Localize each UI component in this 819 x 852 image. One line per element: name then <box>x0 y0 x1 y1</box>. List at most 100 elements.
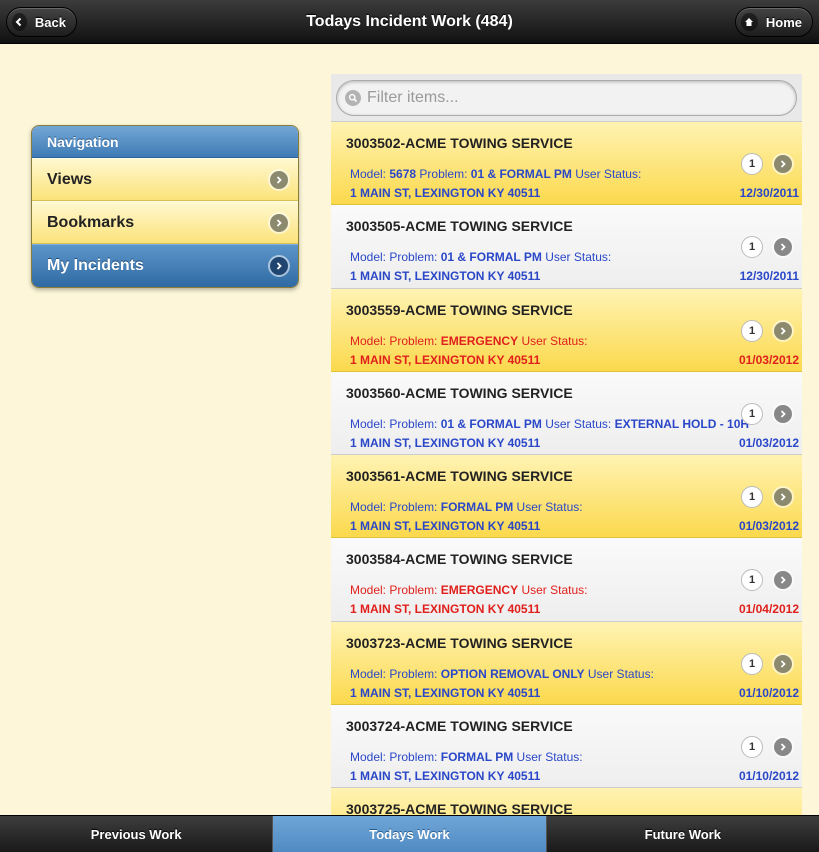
model-label: Model: <box>350 333 387 348</box>
incident-title: 3003502-ACME TOWING SERVICE <box>346 135 573 151</box>
status-label: User Status: <box>575 167 642 181</box>
status-label: User Status: <box>521 333 588 348</box>
incident-address: 1 MAIN ST, LEXINGTON KY 40511 <box>350 769 541 784</box>
incident-details: Model: Problem: 01 & FORMAL PM User Stat… <box>350 250 611 264</box>
list-item[interactable]: 3003502-ACME TOWING SERVICE Model: 5678 P… <box>331 122 802 206</box>
list-item[interactable]: 3003559-ACME TOWING SERVICE Model: Proble… <box>331 288 802 372</box>
status-label: User Status: <box>545 416 612 431</box>
list-item[interactable]: 3003723-ACME TOWING SERVICE Model: Proble… <box>331 621 802 706</box>
problem-value: 01 & FORMAL PM <box>440 416 542 431</box>
incident-address: 1 MAIN ST, LEXINGTON KY 40511 <box>350 352 541 367</box>
model-label: Model: <box>350 250 387 265</box>
incident-items: 3003502-ACME TOWING SERVICE Model: 5678 P… <box>331 122 802 815</box>
navigation-panel: Navigation Views Bookmarks My Incidents <box>31 125 299 288</box>
nav-item-views[interactable]: Views <box>32 158 298 201</box>
problem-label: Problem: <box>389 250 438 265</box>
status-label: User Status: <box>521 583 588 598</box>
problem-label: Problem: <box>389 583 438 598</box>
problem-value: OPTION REMOVAL ONLY <box>440 666 585 681</box>
incident-details: Model: Problem: FORMAL PM User Status: <box>350 750 583 764</box>
problem-value: EMERGENCY <box>440 583 519 598</box>
home-button[interactable]: Home <box>735 7 813 37</box>
status-label: User Status: <box>545 250 612 265</box>
count-badge: 1 <box>741 736 763 759</box>
problem-value: FORMAL PM <box>440 750 514 765</box>
back-arrow-icon <box>12 13 27 31</box>
count-badge: 1 <box>741 153 763 175</box>
tab-future-work[interactable]: Future Work <box>545 816 819 852</box>
incident-title: 3003505-ACME TOWING SERVICE <box>346 218 573 235</box>
problem-label: Problem: <box>389 750 438 765</box>
incident-details: Model: Problem: EMERGENCY User Status: <box>350 334 587 348</box>
list-item[interactable]: 3003725-ACME TOWING SERVICE <box>331 788 802 815</box>
list-item[interactable]: 3003561-ACME TOWING SERVICE Model: Proble… <box>331 455 802 539</box>
model-label: Model: <box>350 583 387 598</box>
status-value: EXTERNAL HOLD - 10H <box>614 416 750 431</box>
problem-value: EMERGENCY <box>440 333 519 348</box>
list-item[interactable]: 3003560-ACME TOWING SERVICE Model: Proble… <box>331 371 802 456</box>
incident-date: 01/03/2012 <box>738 352 799 367</box>
chevron-right-icon <box>774 738 792 757</box>
count-badge: 1 <box>741 402 763 425</box>
chevron-right-icon <box>774 654 792 673</box>
incident-address: 1 MAIN ST, LEXINGTON KY 40511 <box>350 685 541 700</box>
problem-value: 01 & FORMAL PM <box>440 250 542 265</box>
list-item[interactable]: 3003505-ACME TOWING SERVICE Model: Proble… <box>331 205 802 289</box>
list-item[interactable]: 3003584-ACME TOWING SERVICE Model: Proble… <box>331 538 802 622</box>
chevron-right-icon <box>774 238 792 257</box>
search-icon <box>345 90 361 106</box>
nav-item-label: Bookmarks <box>47 213 135 231</box>
incident-details: Model: Problem: 01 & FORMAL PM User Stat… <box>350 417 749 431</box>
incident-address: 1 MAIN ST, LEXINGTON KY 40511 <box>350 602 541 617</box>
incident-title: 3003723-ACME TOWING SERVICE <box>346 634 573 651</box>
back-button[interactable]: Back <box>6 7 77 37</box>
problem-label: Problem: <box>389 416 438 431</box>
incident-date: 01/10/2012 <box>738 769 799 784</box>
count-badge: 1 <box>741 652 763 675</box>
model-label: Model: <box>350 500 387 515</box>
problem-value: 01 & FORMAL PM <box>470 167 572 181</box>
nav-item-my-incidents[interactable]: My Incidents <box>32 244 298 287</box>
header-bar: Back Todays Incident Work (484) Home <box>0 0 819 44</box>
incident-details: Model: Problem: EMERGENCY User Status: <box>350 583 587 597</box>
incident-title: 3003559-ACME TOWING SERVICE <box>346 301 573 318</box>
incident-address: 1 MAIN ST, LEXINGTON KY 40511 <box>350 186 541 200</box>
incident-title: 3003560-ACME TOWING SERVICE <box>346 384 573 401</box>
status-label: User Status: <box>516 750 583 765</box>
incident-date: 12/30/2011 <box>739 186 799 200</box>
incident-details: Model: 5678 Problem: 01 & FORMAL PM User… <box>350 167 641 181</box>
filter-input[interactable] <box>367 89 767 107</box>
incident-date: 01/03/2012 <box>738 519 799 534</box>
chevron-right-icon <box>774 571 792 590</box>
count-badge: 1 <box>741 486 763 509</box>
incident-details: Model: Problem: FORMAL PM User Status: <box>350 500 583 514</box>
nav-item-label: Views <box>47 170 93 188</box>
chevron-right-icon <box>774 155 792 173</box>
problem-label: Problem: <box>389 500 438 515</box>
problem-label: Problem: <box>389 666 438 681</box>
chevron-right-icon <box>774 404 792 423</box>
nav-item-bookmarks[interactable]: Bookmarks <box>32 201 298 244</box>
tab-todays-work[interactable]: Todays Work <box>272 816 546 852</box>
incident-list: 3003502-ACME TOWING SERVICE Model: 5678 P… <box>331 74 802 815</box>
incident-address: 1 MAIN ST, LEXINGTON KY 40511 <box>350 269 541 284</box>
incident-details: Model: Problem: OPTION REMOVAL ONLY User… <box>350 667 654 681</box>
status-label: User Status: <box>587 666 654 681</box>
count-badge: 1 <box>741 319 763 342</box>
status-label: User Status: <box>516 500 583 515</box>
list-item[interactable]: 3003724-ACME TOWING SERVICE Model: Proble… <box>331 705 802 789</box>
model-label: Model: <box>350 666 387 681</box>
problem-label: Problem: <box>389 333 438 348</box>
incident-title: 3003584-ACME TOWING SERVICE <box>346 551 573 568</box>
incident-address: 1 MAIN ST, LEXINGTON KY 40511 <box>350 519 541 534</box>
incident-title: 3003561-ACME TOWING SERVICE <box>346 468 573 485</box>
back-button-label: Back <box>34 14 66 30</box>
filter-bar <box>331 74 802 122</box>
model-label: Model: <box>350 750 387 765</box>
tab-previous-work[interactable]: Previous Work <box>0 816 273 852</box>
model-label: Model: <box>350 167 387 181</box>
incident-date: 01/04/2012 <box>738 602 799 617</box>
nav-item-label: My Incidents <box>47 257 144 274</box>
count-badge: 1 <box>741 236 763 259</box>
chevron-right-icon <box>270 213 288 232</box>
